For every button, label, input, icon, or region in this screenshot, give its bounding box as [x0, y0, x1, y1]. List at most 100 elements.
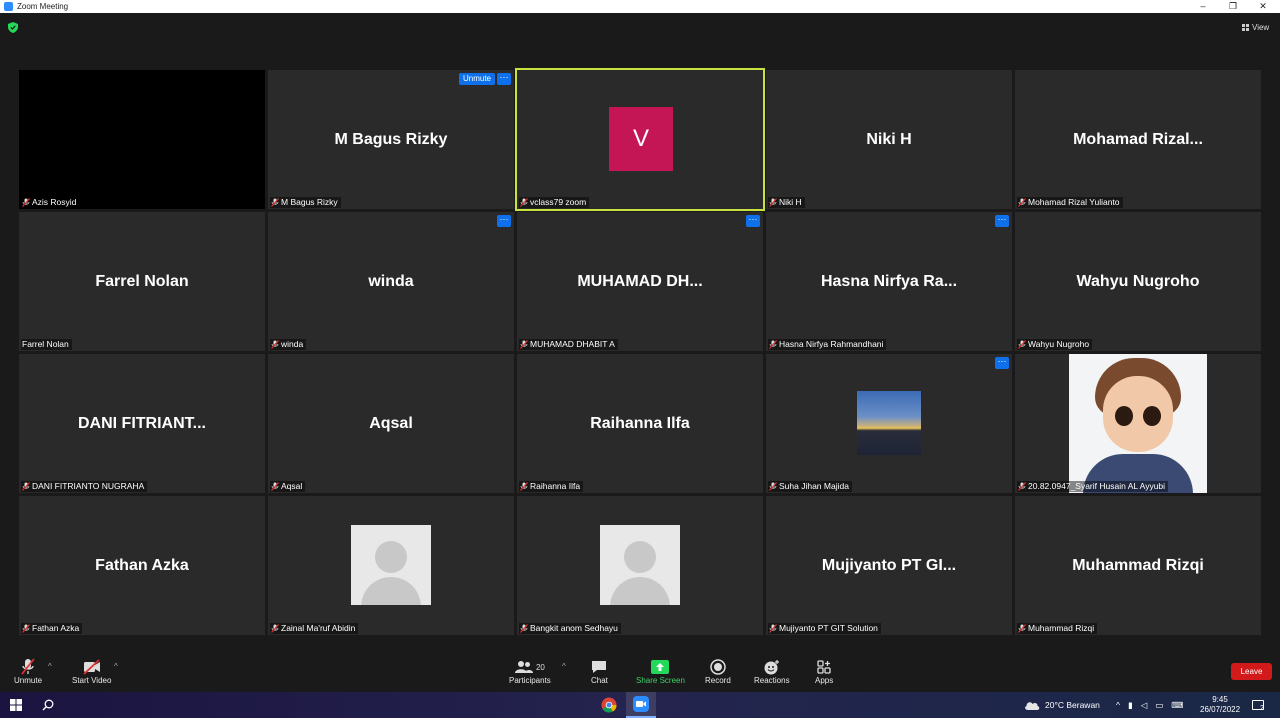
view-button[interactable]: View [1242, 23, 1269, 32]
security-shield-icon[interactable] [8, 22, 18, 33]
participant-tile[interactable]: Wahyu Nugroho Wahyu Nugroho [1015, 212, 1261, 351]
notifications-button[interactable]: 2 [1252, 692, 1264, 718]
participants-options-chevron-icon[interactable]: ^ [562, 662, 566, 671]
search-button[interactable] [42, 692, 54, 718]
participant-name-label: Fathan Azka [21, 623, 83, 634]
participant-name-label: Aqsal [270, 481, 306, 492]
clock[interactable]: 9:45 26/07/2022 [1200, 692, 1240, 718]
windows-logo-icon [10, 699, 22, 711]
share-screen-label: Share Screen [636, 676, 685, 685]
participant-name-label: Mujiyanto PT GIT Solution [768, 623, 881, 634]
apps-icon [817, 658, 831, 676]
minimize-button[interactable]: – [1188, 0, 1218, 13]
participant-tile[interactable]: Bangkit anom Sedhayu [517, 496, 763, 635]
participant-display-name: Wahyu Nugroho [1076, 272, 1200, 290]
participant-tile[interactable]: Azis Rosyid [19, 70, 265, 209]
tray-keyboard-icon[interactable]: ⌨ [1171, 700, 1183, 711]
participant-tile[interactable]: Raihanna Ilfa Raihanna Ilfa [517, 354, 763, 493]
participant-tile[interactable]: Fathan Azka Fathan Azka [19, 496, 265, 635]
weather-widget[interactable]: 20°C Berawan [1024, 692, 1100, 718]
participant-tile[interactable]: Muhammad Rizqi Muhammad Rizqi [1015, 496, 1261, 635]
tray-speaker-icon[interactable]: ◁ [1141, 700, 1148, 711]
participant-name: Zainal Ma'ruf Abidin [281, 623, 356, 633]
leave-button[interactable]: Leave [1231, 663, 1272, 680]
participant-tile[interactable]: M Bagus Rizky Unmute ··· M Bagus Rizky [268, 70, 514, 209]
chrome-taskbar-button[interactable] [601, 692, 617, 718]
participant-name: Azis Rosyid [32, 197, 77, 207]
participant-name-label: Wahyu Nugroho [1017, 339, 1093, 350]
tray-chevron-up-icon[interactable]: ^ [1116, 700, 1120, 710]
windows-taskbar: 20°C Berawan ^ ▮ ◁ ▭ ⌨ 9:45 26/07/2022 2 [0, 692, 1280, 718]
weather-text: 20°C Berawan [1045, 700, 1100, 710]
grid-view-icon [1242, 24, 1249, 31]
participant-display-name: Fathan Azka [95, 556, 189, 574]
participant-tile[interactable]: Farrel Nolan Farrel Nolan [19, 212, 265, 351]
participants-icon: 20 [514, 658, 545, 676]
reactions-button[interactable]: Reactions [754, 658, 790, 685]
video-options-chevron-icon[interactable]: ^ [114, 662, 118, 671]
apps-button[interactable]: Apps [815, 658, 833, 685]
system-tray: ^ ▮ ◁ ▭ ⌨ [1116, 692, 1184, 718]
participant-tile[interactable]: Mujiyanto PT GI... Mujiyanto PT GIT Solut… [766, 496, 1012, 635]
notification-count: 2 [1260, 704, 1264, 712]
participant-tile[interactable]: Niki H Niki H [766, 70, 1012, 209]
participant-tile[interactable]: Hasna Nirfya Ra... ··· Hasna Nirfya Rahman… [766, 212, 1012, 351]
participant-tile[interactable]: ··· Suha Jihan Majida [766, 354, 1012, 493]
restore-button[interactable]: ❐ [1218, 0, 1248, 13]
participants-button[interactable]: 20 Participants [509, 658, 551, 685]
participant-tile[interactable]: DANI FITRIANT... DANI FITRIANTO NUGRAHA [19, 354, 265, 493]
participant-name: winda [281, 339, 304, 349]
start-button[interactable] [10, 692, 22, 718]
participant-display-name: Mujiyanto PT GI... [821, 556, 957, 574]
more-options-button[interactable]: ··· [746, 215, 760, 227]
view-label: View [1252, 23, 1270, 32]
participant-tile[interactable]: Mohamad Rizal... Mohamad Rizal Yulianto [1015, 70, 1261, 209]
participant-name: Hasna Nirfya Rahmandhani [779, 339, 884, 349]
record-button[interactable]: Record [705, 658, 731, 685]
participant-name-label: Mohamad Rizal Yulianto [1017, 197, 1123, 208]
more-options-button[interactable]: ··· [995, 357, 1009, 369]
participant-tile[interactable]: Vvclass79 zoom [515, 68, 765, 211]
audio-options-chevron-icon[interactable]: ^ [48, 662, 52, 671]
participant-tile[interactable]: 20.82.0947_Syarif Husain AL Ayyubi [1015, 354, 1261, 493]
mic-muted-icon [520, 198, 528, 207]
tray-network-icon[interactable]: ▭ [1155, 700, 1163, 711]
share-screen-button[interactable]: Share Screen [636, 658, 685, 685]
zoom-taskbar-button[interactable] [626, 692, 656, 718]
mic-muted-icon [271, 340, 279, 349]
close-button[interactable]: ✕ [1248, 0, 1278, 13]
mic-muted-icon [769, 624, 777, 633]
participant-tile[interactable]: Aqsal Aqsal [268, 354, 514, 493]
start-video-button[interactable]: Start Video [72, 658, 111, 685]
participant-display-name: MUHAMAD DH... [577, 272, 703, 290]
chrome-icon [601, 697, 617, 713]
mic-muted-icon [271, 198, 279, 207]
unmute-participant-button[interactable]: Unmute [458, 73, 495, 85]
mic-muted-icon [1018, 198, 1026, 207]
participant-name: Mohamad Rizal Yulianto [1028, 197, 1120, 207]
participant-display-name: Farrel Nolan [95, 272, 189, 290]
more-options-button[interactable]: ··· [995, 215, 1009, 227]
chat-label: Chat [591, 676, 608, 685]
reactions-label: Reactions [754, 676, 790, 685]
participant-tile[interactable]: Zainal Ma'ruf Abidin [268, 496, 514, 635]
more-options-button[interactable]: ··· [497, 215, 511, 227]
more-options-button[interactable]: ··· [497, 73, 511, 85]
participant-name-label: Raihanna Ilfa [519, 481, 584, 492]
participant-name: vclass79 zoom [530, 197, 587, 207]
participant-tile[interactable]: winda ··· winda [268, 212, 514, 351]
participant-name-label: Bangkit anom Sedhayu [519, 623, 621, 634]
tray-mic-icon[interactable]: ▮ [1128, 700, 1133, 711]
participant-name-label: vclass79 zoom [519, 197, 590, 208]
chat-button[interactable]: Chat [591, 658, 608, 685]
unmute-button[interactable]: Unmute [14, 658, 42, 685]
participant-name-label: MUHAMAD DHABIT A [519, 339, 618, 350]
participant-initial-avatar: V [609, 107, 673, 171]
participant-name: Raihanna Ilfa [530, 481, 581, 491]
window-titlebar: Zoom Meeting – ❐ ✕ [0, 0, 1280, 13]
participant-name: Farrel Nolan [22, 339, 69, 349]
default-avatar-icon [351, 525, 431, 605]
meeting-stage: View Azis Rosyid M Bagus Rizky Unmute ··· M … [0, 13, 1280, 654]
start-video-label: Start Video [72, 676, 112, 685]
participant-tile[interactable]: MUHAMAD DH... ··· MUHAMAD DHABIT A [517, 212, 763, 351]
